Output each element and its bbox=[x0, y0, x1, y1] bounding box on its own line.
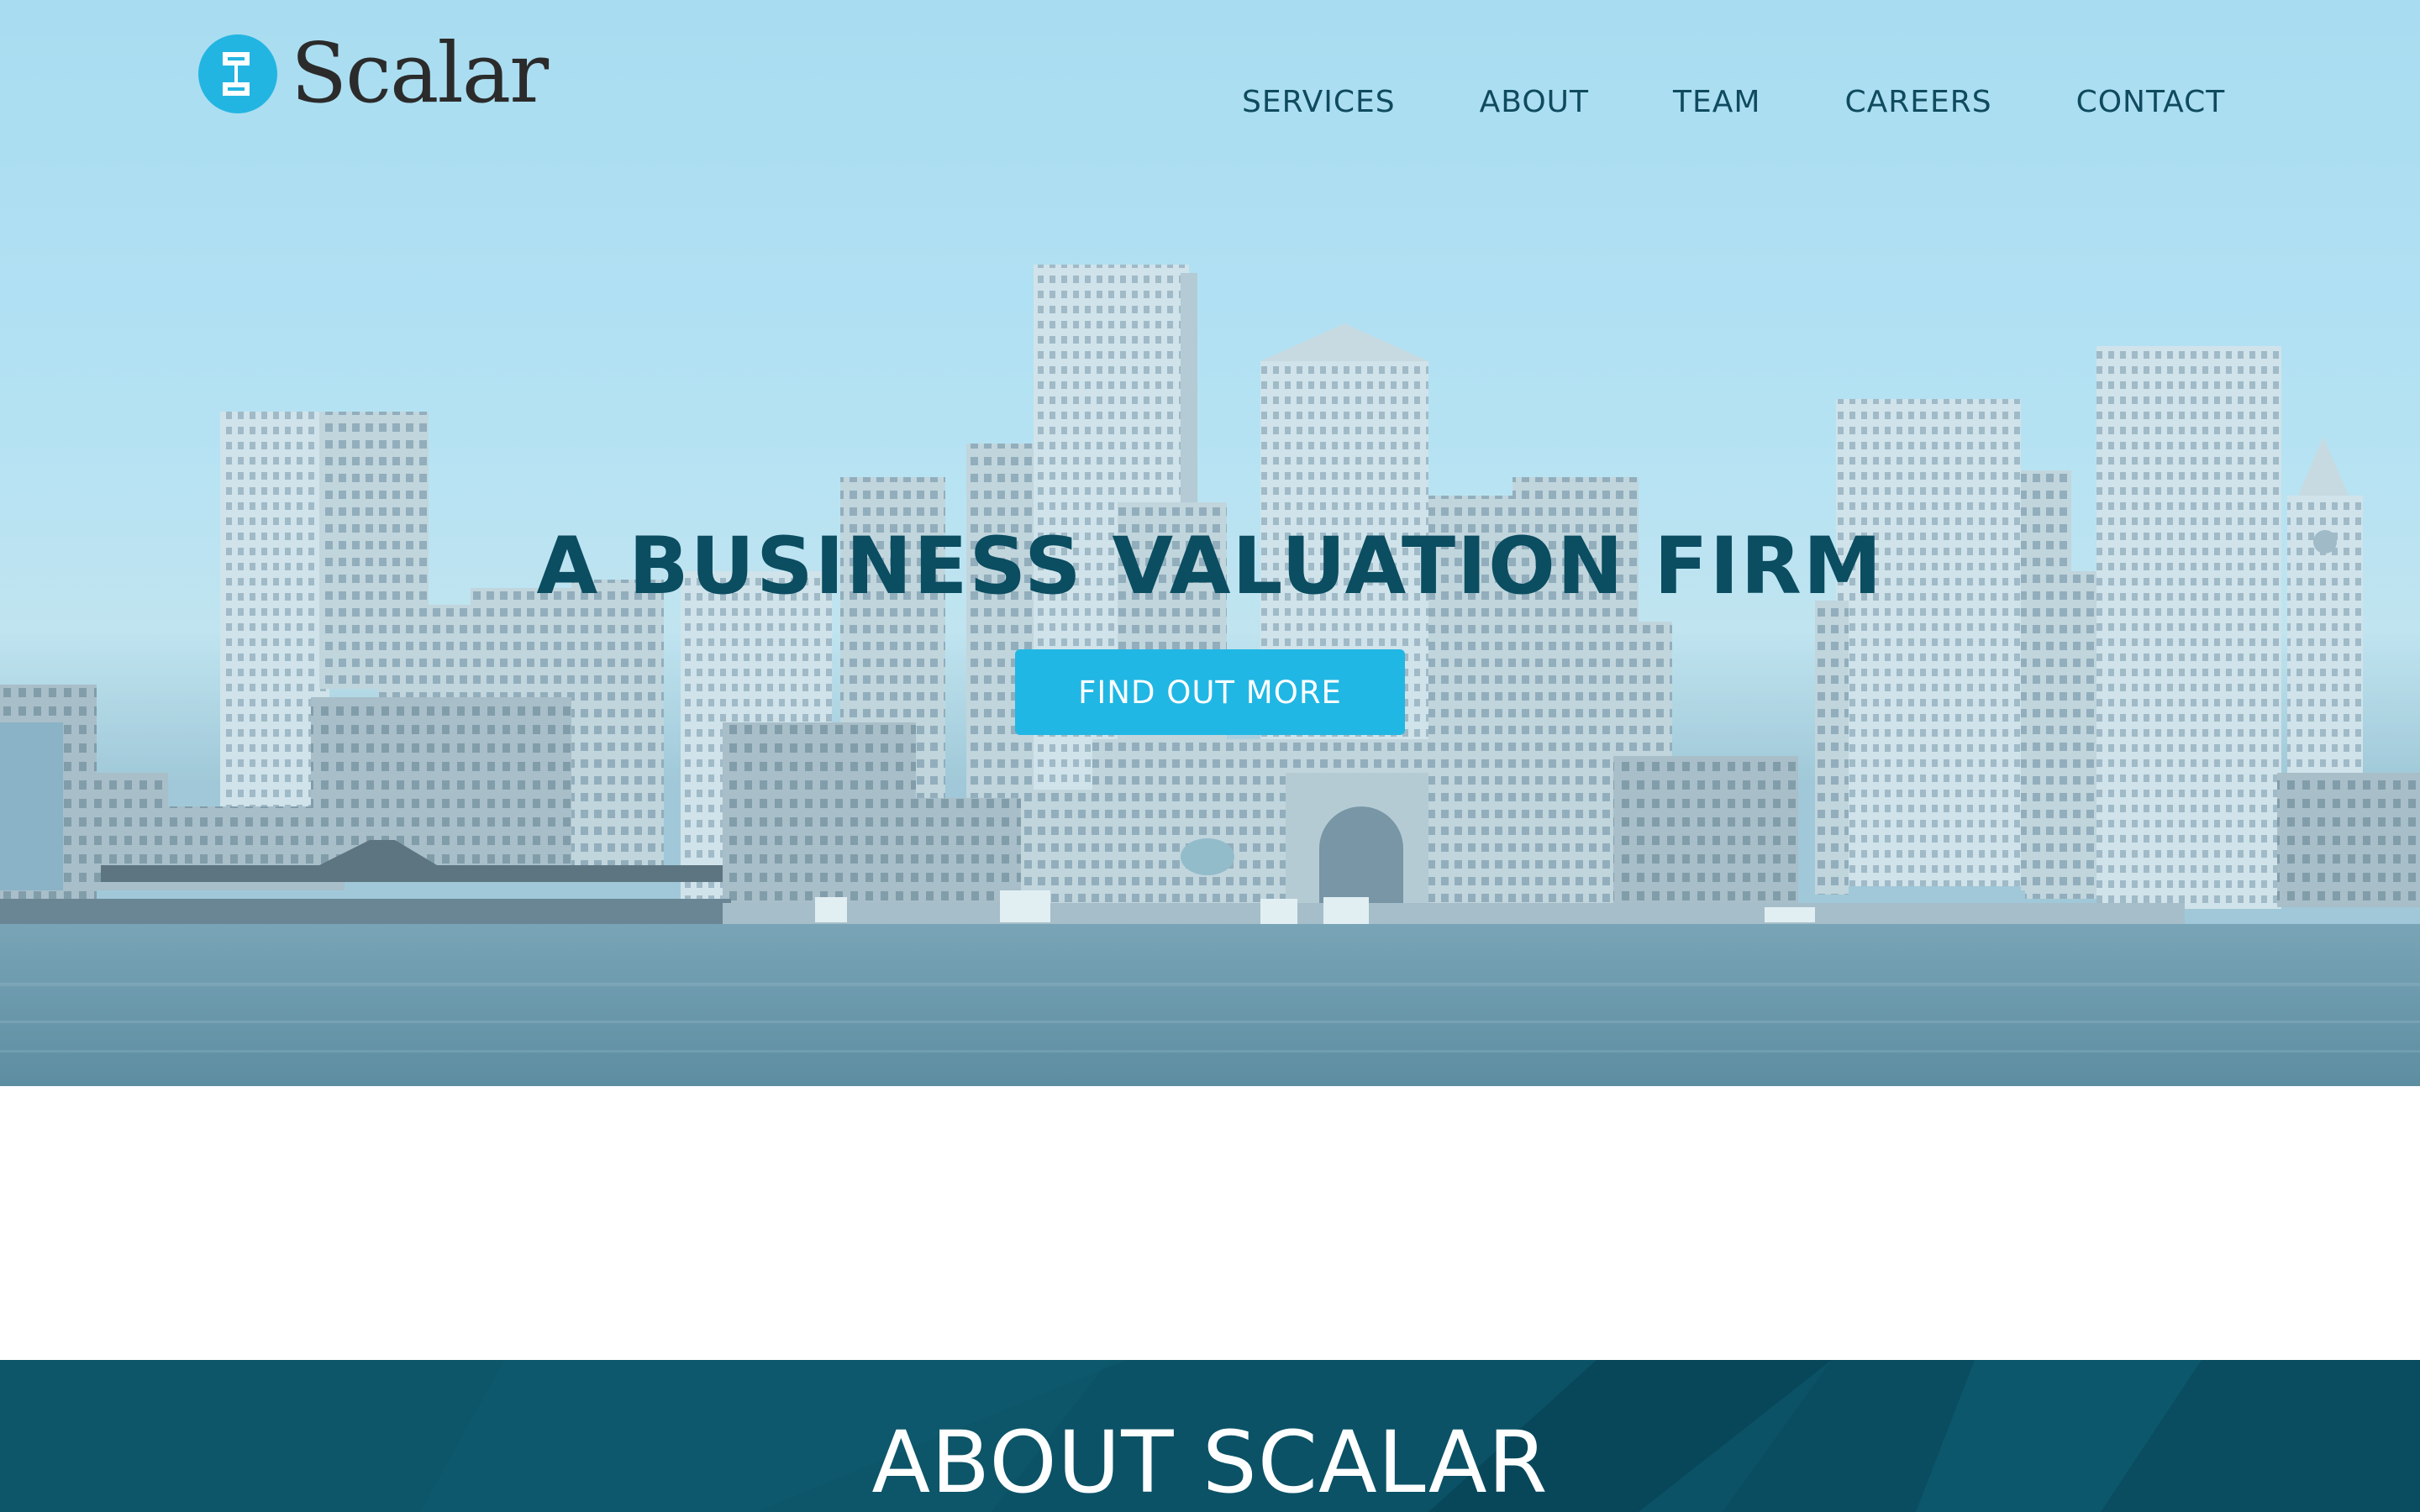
about-title: ABOUT SCALAR bbox=[871, 1413, 1549, 1512]
nav-services[interactable]: SERVICES bbox=[1242, 81, 1396, 124]
brand-name: Scalar bbox=[291, 26, 549, 122]
nav-team[interactable]: TEAM bbox=[1673, 81, 1760, 124]
find-out-more-button[interactable]: FIND OUT MORE bbox=[1015, 649, 1405, 735]
scalar-logo-icon bbox=[198, 34, 277, 113]
nav-about[interactable]: ABOUT bbox=[1480, 81, 1589, 124]
brand-logo[interactable]: Scalar bbox=[198, 26, 549, 122]
hero-section: Scalar SERVICES ABOUT TEAM CAREERS CONTA… bbox=[0, 0, 2420, 1086]
nav-careers[interactable]: CAREERS bbox=[1844, 81, 1991, 124]
main-nav: SERVICES ABOUT TEAM CAREERS CONTACT bbox=[1242, 81, 2225, 124]
nav-contact[interactable]: CONTACT bbox=[2076, 81, 2226, 124]
hero-title: A BUSINESS VALUATION FIRM bbox=[536, 521, 1884, 612]
about-section: ABOUT SCALAR bbox=[0, 1360, 2420, 1512]
